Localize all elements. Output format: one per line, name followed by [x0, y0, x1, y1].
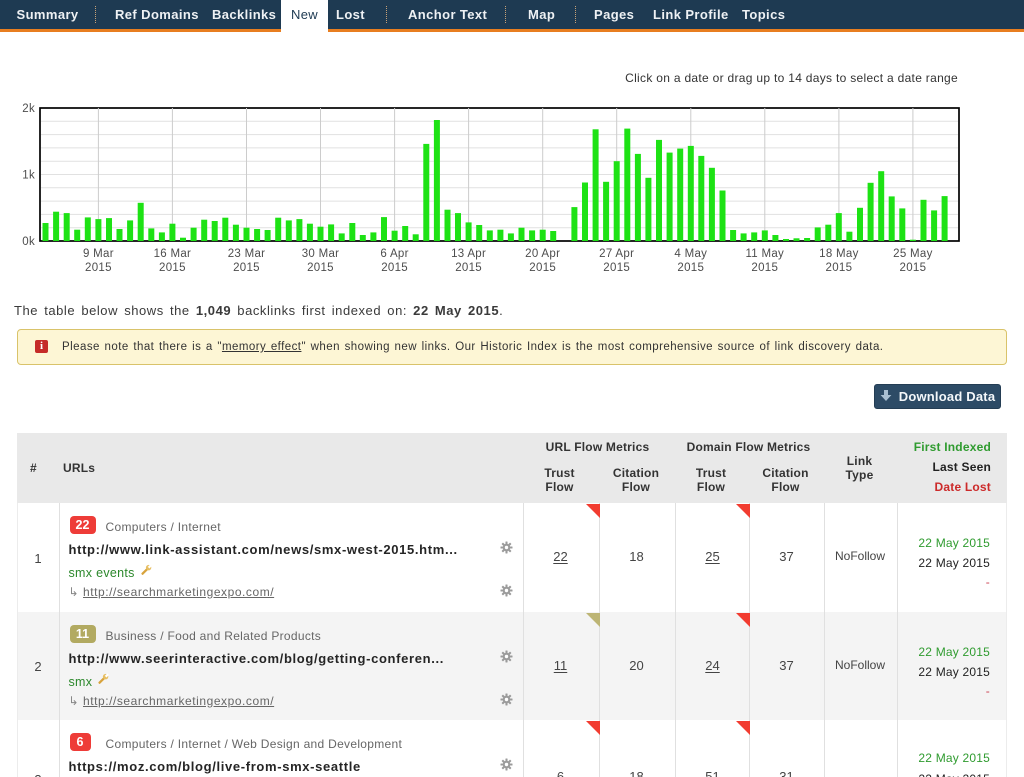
svg-text:2015: 2015	[900, 262, 927, 274]
svg-text:2015: 2015	[307, 262, 334, 274]
svg-text:2015: 2015	[826, 262, 853, 274]
svg-text:2015: 2015	[381, 262, 408, 274]
svg-text:2015: 2015	[603, 262, 630, 274]
svg-text:1k: 1k	[22, 170, 35, 182]
svg-text:6 Apr: 6 Apr	[380, 248, 408, 260]
svg-text:23 Mar: 23 Mar	[228, 248, 266, 260]
svg-text:2015: 2015	[455, 262, 482, 274]
svg-text:2015: 2015	[85, 262, 112, 274]
svg-text:18 May: 18 May	[819, 248, 859, 260]
svg-text:2015: 2015	[159, 262, 186, 274]
svg-text:9 Mar: 9 Mar	[83, 248, 114, 260]
svg-text:2015: 2015	[233, 262, 260, 274]
svg-text:2015: 2015	[751, 262, 778, 274]
svg-text:25 May: 25 May	[893, 248, 933, 260]
svg-text:4 May: 4 May	[674, 248, 707, 260]
svg-text:0k: 0k	[22, 236, 35, 248]
svg-text:2015: 2015	[529, 262, 556, 274]
svg-text:27 Apr: 27 Apr	[599, 248, 634, 260]
svg-text:13 Apr: 13 Apr	[451, 248, 486, 260]
svg-text:2k: 2k	[22, 103, 35, 115]
svg-text:11 May: 11 May	[745, 248, 784, 260]
svg-text:20 Apr: 20 Apr	[525, 248, 560, 260]
svg-text:30 Mar: 30 Mar	[302, 248, 340, 260]
svg-text:16 Mar: 16 Mar	[154, 248, 192, 260]
svg-text:2015: 2015	[677, 262, 704, 274]
